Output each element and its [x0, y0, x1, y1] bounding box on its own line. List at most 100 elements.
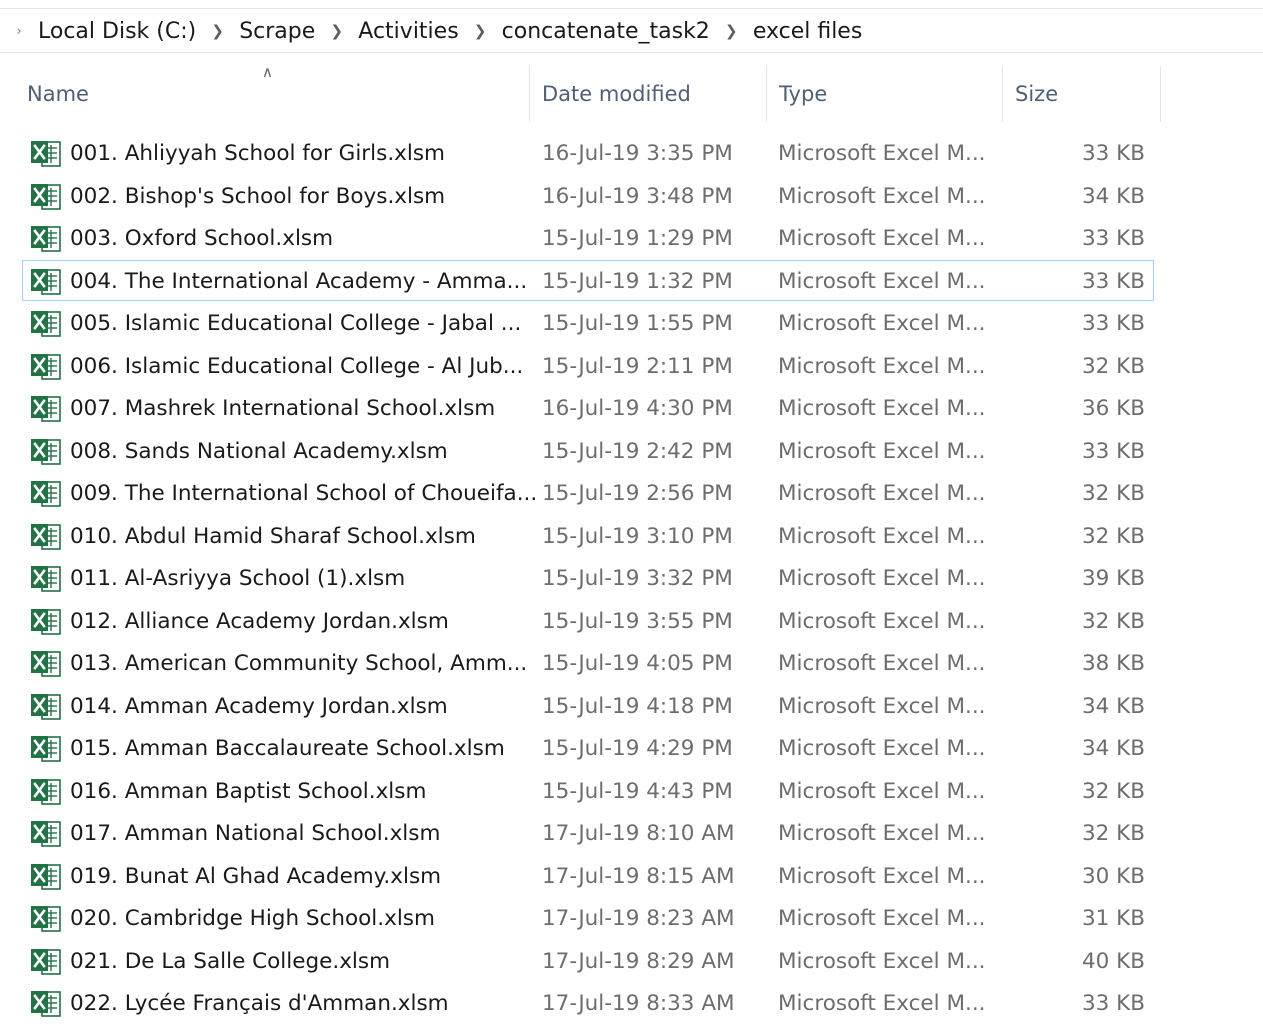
file-type: Microsoft Excel M... [778, 268, 986, 294]
file-name: 017. Amman National School.xlsm [70, 821, 441, 846]
chevron-right-icon[interactable]: ❯ [710, 22, 753, 40]
file-name: 020. Cambridge High School.xlsm [70, 906, 435, 931]
file-type: Microsoft Excel M... [778, 566, 986, 591]
file-size: 33 KB [1081, 268, 1145, 294]
file-size: 33 KB [1081, 438, 1145, 464]
file-row[interactable]: 014. Amman Academy Jordan.xlsm 15-Jul-19 … [22, 685, 1154, 726]
breadcrumb-item-local-disk[interactable]: Local Disk (C:) [38, 19, 196, 44]
file-size: 32 KB [1081, 778, 1145, 804]
file-date-modified: 15-Jul-19 3:10 PM [542, 523, 733, 549]
column-divider[interactable] [1160, 66, 1161, 122]
excel-file-icon [29, 692, 63, 721]
column-header-name[interactable]: Name ∧ [15, 63, 529, 122]
column-header-name-label: Name [27, 82, 89, 106]
file-date-modified: 17-Jul-19 8:29 AM [542, 948, 735, 974]
file-type: Microsoft Excel M... [778, 651, 986, 676]
file-size: 31 KB [1081, 906, 1145, 931]
file-row[interactable]: 004. The International Academy - Amma...… [22, 259, 1154, 301]
sort-ascending-icon: ∧ [262, 63, 273, 81]
breadcrumb-item-concatenate-task2[interactable]: concatenate_task2 [502, 19, 710, 44]
excel-file-icon [29, 989, 63, 1018]
file-date-modified: 15-Jul-19 3:32 PM [542, 566, 733, 591]
file-row[interactable]: 011. Al-Asriyya School (1).xlsm 15-Jul-19… [22, 557, 1154, 598]
file-size: 38 KB [1081, 651, 1145, 676]
file-type: Microsoft Excel M... [778, 523, 986, 549]
file-size: 32 KB [1081, 481, 1145, 506]
file-name: 005. Islamic Educational College - Jabal… [70, 311, 522, 336]
file-size: 33 KB [1081, 141, 1145, 166]
file-row[interactable]: 009. The International School of Choueif… [22, 472, 1154, 513]
file-row[interactable]: 006. Islamic Educational College - Al Ju… [22, 345, 1154, 386]
file-type: Microsoft Excel M... [778, 821, 986, 846]
excel-file-icon [29, 607, 63, 636]
file-row[interactable]: 010. Abdul Hamid Sharaf School.xlsm 15-Ju… [22, 515, 1154, 556]
file-row[interactable]: 008. Sands National Academy.xlsm 15-Jul-1… [22, 430, 1154, 471]
file-size: 33 KB [1081, 226, 1145, 251]
file-type: Microsoft Excel M... [778, 438, 986, 464]
breadcrumb-item-activities[interactable]: Activities [358, 19, 458, 44]
file-type: Microsoft Excel M... [778, 778, 986, 804]
file-type: Microsoft Excel M... [778, 481, 986, 506]
file-size: 40 KB [1081, 948, 1145, 974]
file-type: Microsoft Excel M... [778, 608, 986, 634]
file-row[interactable]: 015. Amman Baccalaureate School.xlsm 15-J… [22, 727, 1154, 768]
excel-file-icon [29, 862, 63, 891]
column-header-type[interactable]: Type [767, 66, 1002, 122]
file-date-modified: 15-Jul-19 4:29 PM [542, 736, 733, 761]
breadcrumb: › Local Disk (C:) ❯ Scrape ❯ Activities … [0, 10, 1263, 53]
excel-file-icon [29, 182, 63, 211]
breadcrumb-item-excel-files[interactable]: excel files [753, 19, 862, 44]
file-row[interactable]: 007. Mashrek International School.xlsm 16… [22, 387, 1154, 428]
file-row[interactable]: 012. Alliance Academy Jordan.xlsm 15-Jul-… [22, 600, 1154, 641]
excel-file-icon [29, 649, 63, 678]
file-type: Microsoft Excel M... [778, 183, 986, 209]
file-date-modified: 15-Jul-19 2:11 PM [542, 353, 733, 379]
file-row[interactable]: 001. Ahliyyah School for Girls.xlsm 16-Ju… [22, 132, 1154, 173]
file-name: 003. Oxford School.xlsm [70, 226, 334, 251]
file-date-modified: 15-Jul-19 4:05 PM [542, 651, 733, 676]
excel-file-icon [29, 309, 63, 338]
file-row[interactable]: 002. Bishop's School for Boys.xlsm 16-Jul… [22, 175, 1154, 216]
column-header-type-label: Type [779, 82, 828, 106]
file-name: 013. American Community School, Amm... [70, 651, 528, 676]
chevron-right-icon[interactable]: ❯ [315, 22, 358, 40]
file-date-modified: 15-Jul-19 4:43 PM [542, 778, 733, 804]
file-size: 32 KB [1081, 523, 1145, 549]
file-date-modified: 15-Jul-19 1:29 PM [542, 226, 733, 251]
file-size: 32 KB [1081, 608, 1145, 634]
file-row[interactable]: 013. American Community School, Amm... 15… [22, 642, 1154, 683]
file-type: Microsoft Excel M... [778, 311, 986, 336]
file-row[interactable]: 017. Amman National School.xlsm 17-Jul-19… [22, 812, 1154, 853]
column-header-size[interactable]: Size [1003, 66, 1160, 122]
file-size: 34 KB [1081, 693, 1145, 719]
file-date-modified: 17-Jul-19 8:23 AM [542, 906, 735, 931]
file-name: 021. De La Salle College.xlsm [70, 948, 391, 974]
file-name: 007. Mashrek International School.xlsm [70, 396, 496, 421]
file-size: 34 KB [1081, 736, 1145, 761]
file-size: 36 KB [1081, 396, 1145, 421]
chevron-right-icon[interactable]: ❯ [196, 22, 239, 40]
breadcrumb-expand-icon[interactable]: › [0, 24, 38, 39]
file-row[interactable]: 022. Lycée Français d'Amman.xlsm 17-Jul-1… [22, 982, 1154, 1023]
file-name: 012. Alliance Academy Jordan.xlsm [70, 608, 449, 634]
file-size: 30 KB [1081, 863, 1145, 889]
file-row[interactable]: 020. Cambridge High School.xlsm 17-Jul-19… [22, 897, 1154, 938]
file-row[interactable]: 005. Islamic Educational College - Jabal… [22, 302, 1154, 343]
file-row[interactable]: 016. Amman Baptist School.xlsm 15-Jul-19 … [22, 770, 1154, 811]
chevron-right-icon[interactable]: ❯ [459, 22, 502, 40]
file-type: Microsoft Excel M... [778, 693, 986, 719]
file-date-modified: 15-Jul-19 4:18 PM [542, 693, 733, 719]
column-header-date-modified[interactable]: Date modified [530, 66, 766, 122]
file-row[interactable]: 021. De La Salle College.xlsm 17-Jul-19 8… [22, 940, 1154, 981]
file-name: 002. Bishop's School for Boys.xlsm [70, 183, 446, 209]
column-header-date-label: Date modified [542, 82, 691, 106]
file-date-modified: 16-Jul-19 4:30 PM [542, 396, 733, 421]
breadcrumb-item-scrape[interactable]: Scrape [239, 19, 315, 44]
file-type: Microsoft Excel M... [778, 991, 986, 1016]
excel-file-icon [29, 947, 63, 976]
excel-file-icon [29, 267, 63, 296]
file-row[interactable]: 019. Bunat Al Ghad Academy.xlsm 17-Jul-19… [22, 855, 1154, 896]
excel-file-icon [29, 777, 63, 806]
file-type: Microsoft Excel M... [778, 396, 986, 421]
file-row[interactable]: 003. Oxford School.xlsm 15-Jul-19 1:29 PM… [22, 217, 1154, 258]
